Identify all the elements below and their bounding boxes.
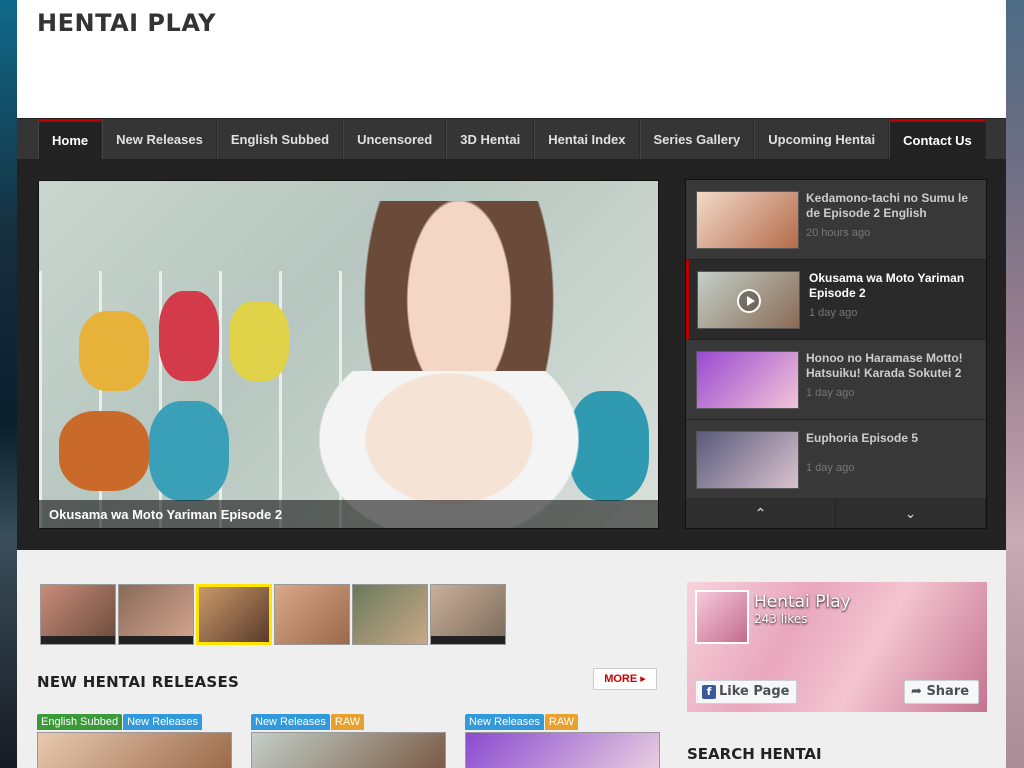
share-label: Share bbox=[926, 684, 970, 699]
facebook-page-avatar[interactable] bbox=[695, 590, 749, 644]
main-nav: Home New Releases English Subbed Uncenso… bbox=[17, 118, 1006, 159]
nav-item-hentai-index[interactable]: Hentai Index bbox=[534, 119, 640, 159]
featured-list-item[interactable]: Kedamono-tachi no Sumu le de Episode 2 E… bbox=[686, 180, 986, 260]
video-thumbnail[interactable] bbox=[118, 584, 194, 645]
category-tag[interactable]: RAW bbox=[544, 714, 579, 730]
thumbnail bbox=[696, 191, 799, 249]
share-icon: ➦ bbox=[911, 684, 922, 699]
hero-image-part bbox=[59, 411, 149, 491]
hero-image-part bbox=[149, 401, 229, 501]
video-thumbnail[interactable] bbox=[196, 584, 272, 645]
hero-image-part bbox=[569, 391, 649, 501]
category-tag[interactable]: New Releases bbox=[465, 714, 544, 730]
thumbnail bbox=[697, 271, 800, 329]
header: HENTAI PLAY bbox=[17, 0, 1006, 118]
release-card[interactable]: New Releases RAW bbox=[251, 712, 446, 768]
featured-item-time: 1 day ago bbox=[806, 462, 855, 474]
featured-item-time: 20 hours ago bbox=[806, 227, 871, 239]
nav-item-uncensored[interactable]: Uncensored bbox=[343, 119, 447, 159]
nav-item-contact-us[interactable]: Contact Us bbox=[889, 119, 986, 159]
facebook-like-button[interactable]: f Like Page bbox=[695, 680, 797, 704]
card-thumbnail[interactable] bbox=[251, 732, 446, 768]
featured-section: Okusama wa Moto Yariman Episode 2 Kedamo… bbox=[17, 159, 1006, 550]
facebook-share-button[interactable]: ➦ Share bbox=[904, 680, 979, 704]
section-title-new-releases: NEW HENTAI RELEASES bbox=[37, 673, 240, 691]
release-card[interactable]: New Releases RAW bbox=[465, 712, 660, 768]
featured-list-nav: ⌃ ⌄ bbox=[686, 498, 986, 528]
featured-item-title: Kedamono-tachi no Sumu le de Episode 2 E… bbox=[806, 191, 969, 220]
chevron-up-icon[interactable]: ⌃ bbox=[686, 498, 836, 528]
featured-item-time: 1 day ago bbox=[809, 307, 858, 319]
site-title[interactable]: HENTAI PLAY bbox=[37, 9, 216, 37]
card-thumbnail[interactable] bbox=[465, 732, 660, 768]
chevron-down-icon[interactable]: ⌄ bbox=[836, 498, 986, 528]
facebook-widget: Hentai Play 243 likes f Like Page ➦ Share bbox=[687, 582, 987, 712]
category-tag[interactable]: New Releases bbox=[251, 714, 330, 730]
category-tag[interactable]: RAW bbox=[330, 714, 365, 730]
featured-list-item[interactable]: Okusama wa Moto Yariman Episode 2 1 day … bbox=[686, 260, 986, 340]
hero-image-part bbox=[229, 301, 289, 381]
section-title-search: SEARCH HENTAI bbox=[687, 745, 822, 763]
featured-item-title: Honoo no Haramase Motto! Hatsuiku! Karad… bbox=[806, 351, 963, 380]
release-card[interactable]: English Subbed New Releases bbox=[37, 712, 232, 768]
featured-list-item[interactable]: Euphoria Episode 5 1 day ago bbox=[686, 420, 986, 500]
thumbnail bbox=[696, 351, 799, 409]
thumbnail bbox=[696, 431, 799, 489]
play-icon bbox=[737, 289, 761, 313]
facebook-icon: f bbox=[702, 685, 716, 699]
hero-image-part bbox=[79, 311, 149, 391]
nav-item-home[interactable]: Home bbox=[38, 119, 103, 159]
nav-item-upcoming-hentai[interactable]: Upcoming Hentai bbox=[754, 119, 890, 159]
video-thumbnail[interactable] bbox=[40, 584, 116, 645]
video-thumbnail[interactable] bbox=[352, 584, 428, 645]
ad-video-strip bbox=[40, 584, 506, 645]
page-wrapper: HENTAI PLAY Home New Releases English Su… bbox=[17, 0, 1006, 768]
player-bar bbox=[119, 636, 193, 644]
more-label: MORE bbox=[604, 673, 638, 685]
content-area: NEW HENTAI RELEASES MORE ▸ English Subbe… bbox=[17, 550, 1006, 768]
player-bar bbox=[431, 636, 505, 644]
right-background bbox=[1006, 0, 1024, 768]
player-bar bbox=[41, 636, 115, 644]
video-thumbnail[interactable] bbox=[274, 584, 350, 645]
nav-item-series-gallery[interactable]: Series Gallery bbox=[639, 119, 755, 159]
featured-slide[interactable]: Okusama wa Moto Yariman Episode 2 bbox=[38, 180, 659, 529]
featured-caption[interactable]: Okusama wa Moto Yariman Episode 2 bbox=[39, 500, 658, 528]
nav-item-new-releases[interactable]: New Releases bbox=[102, 119, 217, 159]
featured-item-time: 1 day ago bbox=[806, 387, 855, 399]
hero-image-part bbox=[159, 291, 219, 381]
facebook-page-name[interactable]: Hentai Play bbox=[754, 592, 851, 612]
featured-list-item[interactable]: Honoo no Haramase Motto! Hatsuiku! Karad… bbox=[686, 340, 986, 420]
category-tag[interactable]: English Subbed bbox=[37, 714, 123, 730]
like-label: Like Page bbox=[719, 684, 790, 699]
category-tag[interactable]: New Releases bbox=[123, 714, 202, 730]
featured-item-title: Euphoria Episode 5 bbox=[806, 431, 919, 445]
card-thumbnail[interactable] bbox=[37, 732, 232, 768]
featured-item-title: Okusama wa Moto Yariman Episode 2 bbox=[809, 271, 965, 300]
more-button[interactable]: MORE ▸ bbox=[593, 668, 657, 690]
video-thumbnail[interactable] bbox=[430, 584, 506, 645]
nav-item-3d-hentai[interactable]: 3D Hentai bbox=[446, 119, 535, 159]
featured-list: Kedamono-tachi no Sumu le de Episode 2 E… bbox=[685, 179, 987, 529]
left-background bbox=[0, 0, 17, 768]
nav-item-english-subbed[interactable]: English Subbed bbox=[216, 119, 344, 159]
facebook-likes-count: 243 likes bbox=[754, 612, 808, 626]
